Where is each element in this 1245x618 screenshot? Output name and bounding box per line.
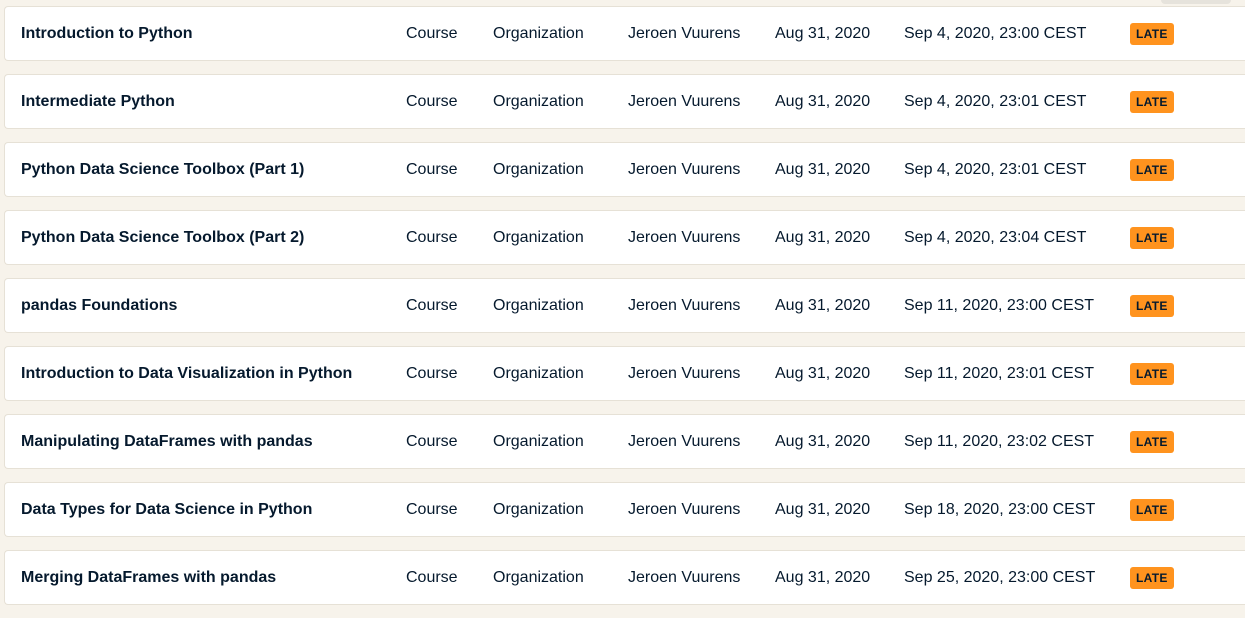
late-status-badge: LATE — [1130, 363, 1174, 385]
assigned-date: Aug 31, 2020 — [775, 229, 871, 246]
assigned-date: Aug 31, 2020 — [775, 93, 871, 110]
assigned-by: Jeroen Vuurens — [628, 161, 741, 178]
due-date: Sep 11, 2020, 23:02 CEST — [904, 433, 1095, 450]
late-status-badge: LATE — [1130, 227, 1174, 249]
assignment-title: Python Data Science Toolbox (Part 2) — [21, 229, 305, 246]
assignment-title: Introduction to Python — [21, 25, 193, 42]
assignment-row[interactable]: Python Data Science Toolbox (Part 2) Cou… — [4, 210, 1245, 265]
assigned-by: Jeroen Vuurens — [628, 25, 741, 42]
assignment-scope: Organization — [493, 365, 584, 382]
due-date: Sep 11, 2020, 23:00 CEST — [904, 297, 1095, 314]
assigned-by: Jeroen Vuurens — [628, 93, 741, 110]
assignment-row[interactable]: Introduction to Data Visualization in Py… — [4, 346, 1245, 401]
assigned-date: Aug 31, 2020 — [775, 433, 871, 450]
assignment-title: Data Types for Data Science in Python — [21, 501, 313, 518]
assignment-type: Course — [406, 433, 458, 450]
assignment-row[interactable]: Python Data Science Toolbox (Part 1) Cou… — [4, 142, 1245, 197]
assigned-date: Aug 31, 2020 — [775, 501, 871, 518]
assignment-row[interactable]: Introduction to Python Course Organizati… — [4, 6, 1245, 61]
late-status-badge: LATE — [1130, 295, 1174, 317]
assigned-by: Jeroen Vuurens — [628, 365, 741, 382]
assignment-title: pandas Foundations — [21, 297, 178, 314]
assignment-type: Course — [406, 93, 458, 110]
assignment-row[interactable]: Data Types for Data Science in Python Co… — [4, 482, 1245, 537]
due-date: Sep 4, 2020, 23:01 CEST — [904, 93, 1087, 110]
assigned-by: Jeroen Vuurens — [628, 433, 741, 450]
assignment-title: Intermediate Python — [21, 93, 175, 110]
assignment-scope: Organization — [493, 229, 584, 246]
assignment-type: Course — [406, 365, 458, 382]
assignment-row[interactable]: Merging DataFrames with pandas Course Or… — [4, 550, 1245, 605]
assignment-row[interactable]: Manipulating DataFrames with pandas Cour… — [4, 414, 1245, 469]
assigned-date: Aug 31, 2020 — [775, 365, 871, 382]
assigned-by: Jeroen Vuurens — [628, 501, 741, 518]
assignment-title: Python Data Science Toolbox (Part 1) — [21, 161, 305, 178]
due-date: Sep 4, 2020, 23:04 CEST — [904, 229, 1087, 246]
assignment-type: Course — [406, 501, 458, 518]
assignment-row[interactable]: pandas Foundations Course Organization J… — [4, 278, 1245, 333]
assigned-date: Aug 31, 2020 — [775, 161, 871, 178]
assignment-type: Course — [406, 569, 458, 586]
assignment-type: Course — [406, 25, 458, 42]
assignment-scope: Organization — [493, 25, 584, 42]
assignment-scope: Organization — [493, 433, 584, 450]
assigned-by: Jeroen Vuurens — [628, 569, 741, 586]
due-date: Sep 4, 2020, 23:00 CEST — [904, 25, 1087, 42]
assigned-by: Jeroen Vuurens — [628, 297, 741, 314]
assigned-by: Jeroen Vuurens — [628, 229, 741, 246]
assignment-scope: Organization — [493, 297, 584, 314]
assignment-title: Merging DataFrames with pandas — [21, 569, 277, 586]
assignment-scope: Organization — [493, 161, 584, 178]
assignment-type: Course — [406, 229, 458, 246]
assigned-date: Aug 31, 2020 — [775, 25, 871, 42]
due-date: Sep 4, 2020, 23:01 CEST — [904, 161, 1087, 178]
assignment-scope: Organization — [493, 93, 584, 110]
late-status-badge: LATE — [1130, 23, 1174, 45]
assigned-date: Aug 31, 2020 — [775, 569, 871, 586]
assignment-scope: Organization — [493, 569, 584, 586]
late-status-badge: LATE — [1130, 91, 1174, 113]
assignment-title: Manipulating DataFrames with pandas — [21, 433, 313, 450]
assignment-type: Course — [406, 297, 458, 314]
scroll-container-edge — [1161, 0, 1231, 4]
late-status-badge: LATE — [1130, 431, 1174, 453]
assignment-type: Course — [406, 161, 458, 178]
assignment-scope: Organization — [493, 501, 584, 518]
assigned-date: Aug 31, 2020 — [775, 297, 871, 314]
assignment-row[interactable]: Intermediate Python Course Organization … — [4, 74, 1245, 129]
late-status-badge: LATE — [1130, 567, 1174, 589]
due-date: Sep 11, 2020, 23:01 CEST — [904, 365, 1095, 382]
due-date: Sep 25, 2020, 23:00 CEST — [904, 569, 1096, 586]
assignment-list: Introduction to Python Course Organizati… — [4, 6, 1245, 618]
due-date: Sep 18, 2020, 23:00 CEST — [904, 501, 1096, 518]
assignment-title: Introduction to Data Visualization in Py… — [21, 365, 353, 382]
late-status-badge: LATE — [1130, 159, 1174, 181]
late-status-badge: LATE — [1130, 499, 1174, 521]
